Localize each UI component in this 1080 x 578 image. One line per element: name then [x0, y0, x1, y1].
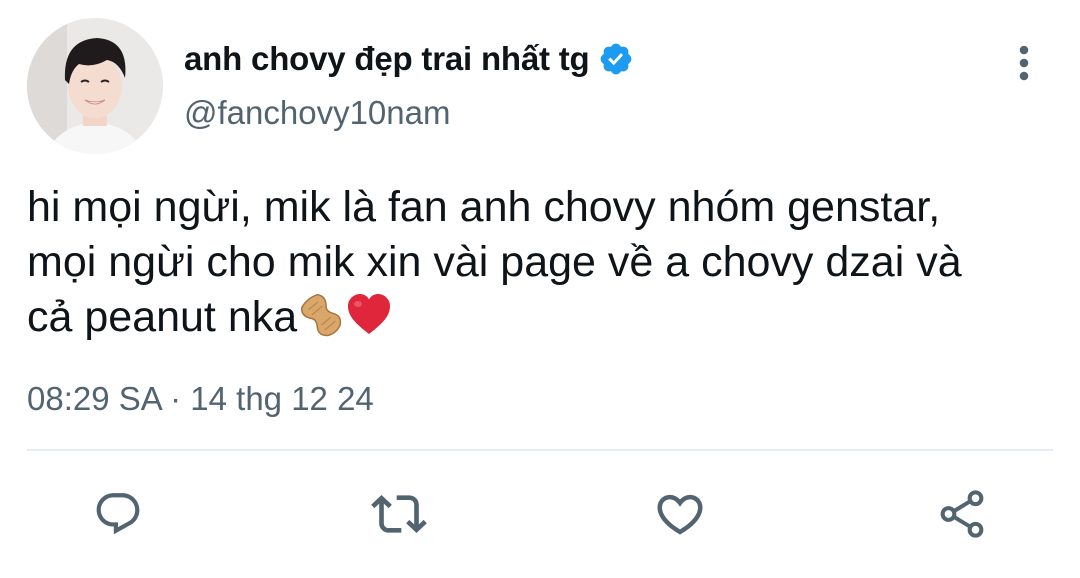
reply-button[interactable] [90, 486, 146, 542]
tweet-text-line-1: hi mọi ngừi, mik là fan anh chovy nhóm g… [27, 183, 941, 231]
tweet-text-line-3: cả peanut nka [27, 293, 298, 341]
display-name[interactable]: anh chovy đẹp trai nhất tg [184, 40, 590, 78]
peanut-emoji-icon [297, 291, 345, 339]
retweet-button[interactable] [371, 486, 427, 542]
reply-icon [96, 493, 140, 535]
verified-badge-icon [598, 41, 634, 77]
share-button[interactable] [934, 486, 990, 542]
tweet-timestamp[interactable]: 08:29 SA · 14 thg 12 24 [27, 380, 374, 418]
heart-icon [657, 494, 703, 535]
tweet-text: hi mọi ngừi, mik là fan anh chovy nhóm g… [27, 180, 1057, 345]
tweet-text-line-2: mọi ngừi cho mik xin vài page về a chovy… [27, 238, 962, 286]
user-handle[interactable]: @fanchovy10nam [184, 94, 450, 132]
avatar[interactable] [27, 18, 163, 154]
share-icon [940, 490, 984, 538]
more-options-button[interactable] [1004, 42, 1044, 84]
divider [27, 449, 1053, 451]
retweet-icon [371, 495, 427, 533]
tweet-card: anh chovy đẹp trai nhất tg @fanchovy10na… [0, 0, 1080, 578]
display-name-row: anh chovy đẹp trai nhất tg [184, 36, 634, 82]
red-heart-emoji-icon [345, 291, 393, 339]
avatar-photo [27, 18, 163, 154]
more-vertical-icon [1019, 45, 1029, 81]
like-button[interactable] [652, 486, 708, 542]
